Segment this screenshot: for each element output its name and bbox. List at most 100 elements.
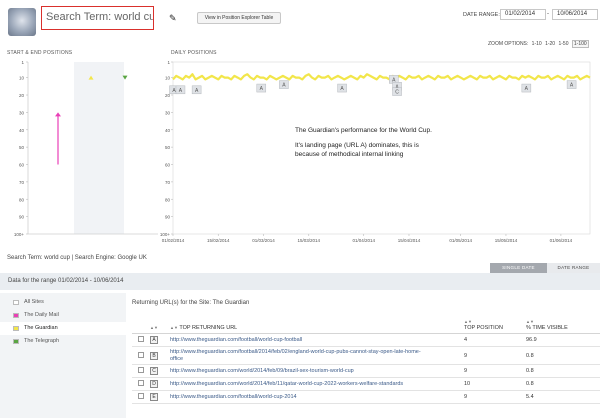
url-letter-badge: D xyxy=(150,380,158,388)
y-tick-label: 40 xyxy=(19,128,25,133)
x-tick-label: 01/05/2014 xyxy=(449,238,472,243)
column-top-position[interactable]: TOP POSITION xyxy=(464,325,503,331)
y-tick-label: 50 xyxy=(19,145,25,150)
y-tick-label: 80 xyxy=(19,197,25,202)
chart-annotation: The Guardian's performance for the World… xyxy=(295,126,432,159)
row-checkbox[interactable] xyxy=(138,367,144,373)
range-summary: Data for the range 01/02/2014 - 10/06/20… xyxy=(0,273,600,290)
date-from-input[interactable]: 01/02/2014 xyxy=(500,9,546,20)
url-link[interactable]: http://www.theguardian.com/world/2014/fe… xyxy=(170,381,403,387)
chart-band xyxy=(74,62,124,234)
y-tick-label: 1 xyxy=(167,60,170,65)
y-tick-label: 30 xyxy=(165,110,171,115)
y-tick-label: 50 xyxy=(165,145,171,150)
y-tick-label: 80 xyxy=(165,197,171,202)
time-visible-cell: 96.9 xyxy=(526,333,600,347)
site-item-all-sites[interactable]: All Sites xyxy=(0,296,126,309)
column-top-url[interactable]: TOP RETURNING URL xyxy=(179,325,237,331)
site-item-telegraph[interactable]: The Telegraph xyxy=(0,335,126,348)
y-tick-label: 1 xyxy=(21,60,24,65)
y-tick-label: 100+ xyxy=(160,232,170,237)
zoom-option-1-20[interactable]: 1-20 xyxy=(545,41,555,47)
sort-arrows-icon[interactable]: ▲▼ xyxy=(150,325,158,330)
zoom-option-1-100[interactable]: 1-100 xyxy=(571,40,589,48)
view-position-explorer-button[interactable]: View in Position Explorer Table xyxy=(197,12,281,24)
y-tick-label: 90 xyxy=(19,215,25,220)
time-visible-cell: 0.8 xyxy=(526,346,600,365)
y-tick-label: 70 xyxy=(165,180,171,185)
site-item-label: The Telegraph xyxy=(24,338,60,344)
y-tick-label: 30 xyxy=(19,110,25,115)
row-checkbox[interactable] xyxy=(138,393,144,399)
top-position-cell: 4 xyxy=(464,333,526,347)
returning-urls-table: ▲▼ ▲▼ TOP RETURNING URL ▲▼ TOP POSITION ▲… xyxy=(132,319,600,404)
url-link-continued[interactable]: office xyxy=(170,356,183,362)
x-tick-label: 15/02/2014 xyxy=(207,238,230,243)
row-checkbox[interactable] xyxy=(138,351,144,358)
y-tick-label: 70 xyxy=(19,180,25,185)
tab-date-range[interactable]: DATE RANGE xyxy=(547,263,600,273)
x-tick-label: 01/02/2014 xyxy=(162,238,185,243)
zoom-option-1-10[interactable]: 1-10 xyxy=(532,41,542,47)
table-row: A http://www.theguardian.com/football/wo… xyxy=(132,333,600,347)
url-link[interactable]: http://www.theguardian.com/football/2014… xyxy=(170,349,421,355)
zoom-option-1-50[interactable]: 1-50 xyxy=(558,41,568,47)
annotation-line-1: The Guardian's performance for the World… xyxy=(295,127,432,134)
x-tick-label: 15/03/2014 xyxy=(298,238,321,243)
y-tick-label: 90 xyxy=(165,215,171,220)
header: Search Term: world cup ✎ View in Positio… xyxy=(0,0,600,42)
sort-arrows-icon[interactable]: ▲▼ xyxy=(464,319,472,324)
url-marker-label: C xyxy=(395,90,399,96)
date-to-input[interactable]: 10/06/2014 xyxy=(552,9,598,20)
url-link[interactable]: http://www.theguardian.com/football/worl… xyxy=(170,337,302,343)
y-tick-label: 60 xyxy=(19,163,25,168)
x-tick-label: 15/04/2014 xyxy=(398,238,421,243)
returning-urls-title: Returning URL(s) for the Site: The Guard… xyxy=(132,300,250,306)
table-row: E http://www.theguardian.com/football/wo… xyxy=(132,390,600,404)
x-tick-label: 01/04/2014 xyxy=(352,238,375,243)
row-checkbox[interactable] xyxy=(138,336,144,342)
site-item-daily-mail[interactable]: The Daily Mail xyxy=(0,309,126,322)
x-tick-label: 01/03/2014 xyxy=(252,238,275,243)
x-tick-label: 15/05/2014 xyxy=(495,238,518,243)
site-item-label: The Guardian xyxy=(24,325,58,331)
url-link[interactable]: http://www.theguardian.com/world/2014/fe… xyxy=(170,368,354,374)
table-row: C http://www.theguardian.com/world/2014/… xyxy=(132,364,600,378)
tab-single-date[interactable]: SINGLE DATE xyxy=(490,263,547,273)
site-item-guardian[interactable]: The Guardian xyxy=(0,322,126,335)
top-position-cell: 10 xyxy=(464,377,526,391)
search-term-title: Search Term: world cup xyxy=(41,6,154,30)
site-color-swatch xyxy=(13,300,19,305)
annotation-line-2: It's landing page (URL A) dominates, thi… xyxy=(295,142,419,149)
sites-list: All Sites The Daily Mail The Guardian Th… xyxy=(0,293,126,418)
time-visible-cell: 0.8 xyxy=(526,377,600,391)
time-visible-cell: 0.8 xyxy=(526,364,600,378)
y-tick-label: 40 xyxy=(165,128,171,133)
column-time-visible[interactable]: % TIME VISIBLE xyxy=(526,325,568,331)
top-position-cell: 9 xyxy=(464,346,526,365)
site-color-swatch xyxy=(13,339,19,344)
x-tick-label: 01/06/2014 xyxy=(550,238,573,243)
site-color-swatch xyxy=(13,326,19,331)
table-row: B http://www.theguardian.com/football/20… xyxy=(132,346,600,365)
url-letter-badge: B xyxy=(150,351,158,360)
row-checkbox[interactable] xyxy=(138,380,144,386)
zoom-options: ZOOM OPTIONS: 1-10 1-20 1-50 1-100 xyxy=(488,40,589,48)
url-link[interactable]: http://www.theguardian.com/football/worl… xyxy=(170,394,297,400)
top-position-cell: 9 xyxy=(464,390,526,404)
sort-arrows-icon[interactable]: ▲▼ xyxy=(170,325,178,330)
url-letter-badge: E xyxy=(150,393,158,401)
site-item-label: All Sites xyxy=(24,299,44,305)
sort-arrows-icon[interactable]: ▲▼ xyxy=(526,319,534,324)
y-tick-label: 60 xyxy=(165,163,171,168)
site-logo-icon xyxy=(8,8,36,36)
edit-pencil-icon[interactable]: ✎ xyxy=(169,13,177,24)
y-tick-label: 20 xyxy=(19,93,25,98)
table-header-row: ▲▼ ▲▼ TOP RETURNING URL ▲▼ TOP POSITION ▲… xyxy=(132,319,600,334)
movement-arrow xyxy=(55,112,61,117)
y-tick-label: 10 xyxy=(19,76,25,81)
search-info: Search Term: world cup | Search Engine: … xyxy=(7,255,147,261)
time-visible-cell: 5.4 xyxy=(526,390,600,404)
date-range-label: DATE RANGE: xyxy=(463,12,500,18)
site-item-label: The Daily Mail xyxy=(24,312,59,318)
